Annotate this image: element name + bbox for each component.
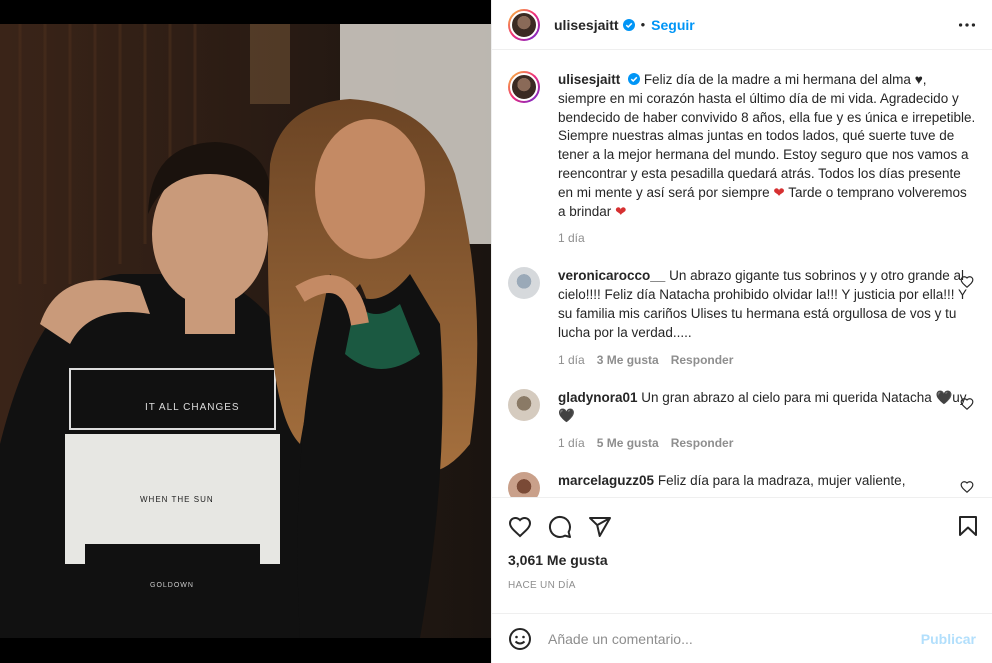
author-username[interactable]: ulisesjaitt bbox=[554, 17, 619, 33]
like-heart-icon[interactable] bbox=[508, 515, 532, 539]
add-comment-bar: Publicar bbox=[492, 613, 992, 663]
shirt-text-top: IT ALL CHANGES bbox=[145, 402, 240, 413]
comment-time[interactable]: 1 día bbox=[558, 436, 585, 450]
save-bookmark-icon[interactable] bbox=[956, 514, 980, 538]
red-heart-icon: ❤ bbox=[615, 203, 627, 219]
author-avatar[interactable] bbox=[508, 8, 540, 41]
follow-button[interactable]: Seguir bbox=[651, 17, 695, 33]
comment-text: marcelaguzz05 Feliz día para la madraza,… bbox=[558, 472, 976, 491]
comments-scroll-area[interactable]: ulisesjaitt Feliz día de la madre a mi h… bbox=[492, 61, 992, 497]
caption-text: ulisesjaitt Feliz día de la madre a mi h… bbox=[558, 71, 976, 221]
post-photo[interactable]: IT ALL CHANGES WHEN THE SUN GOLDOWN bbox=[0, 24, 491, 638]
post-side-panel: ulisesjaitt • Seguir ulisesjaitt Feliz d… bbox=[491, 0, 992, 663]
caption-body: Feliz día de la madre a mi hermana del a… bbox=[558, 72, 976, 200]
post-time-ago[interactable]: HACE UN DÍA bbox=[508, 580, 976, 591]
photo-illustration: IT ALL CHANGES WHEN THE SUN GOLDOWN bbox=[0, 24, 491, 638]
likes-count[interactable]: 3,061 Me gusta bbox=[508, 552, 976, 568]
comment-avatar[interactable] bbox=[508, 472, 540, 497]
like-comment-heart-icon[interactable] bbox=[960, 397, 974, 411]
comment-body: Un gran abrazo al cielo para mi querida … bbox=[641, 389, 932, 405]
reply-button[interactable]: Responder bbox=[671, 436, 734, 450]
comment-username[interactable]: gladynora01 bbox=[558, 390, 638, 405]
comment-username[interactable]: veronicarocco__ bbox=[558, 268, 665, 283]
comment-text: gladynora01 Un gran abrazo al cielo para… bbox=[558, 389, 976, 427]
shirt-text-mid: WHEN THE SUN bbox=[140, 495, 214, 504]
like-comment-heart-icon[interactable] bbox=[960, 480, 974, 494]
comment-meta: 1 día 3 Me gusta Responder bbox=[558, 353, 976, 367]
comment-item: veronicarocco__ Un abrazo gigante tus so… bbox=[492, 267, 992, 367]
emoji-smiley-icon[interactable] bbox=[508, 627, 532, 651]
post-photo-pane: IT ALL CHANGES WHEN THE SUN GOLDOWN bbox=[0, 0, 491, 663]
caption-time[interactable]: 1 día bbox=[558, 231, 585, 245]
caption-username[interactable]: ulisesjaitt bbox=[558, 72, 620, 87]
red-heart-icon: ❤ bbox=[773, 184, 785, 200]
comment-meta: 1 día 5 Me gusta Responder bbox=[558, 436, 976, 450]
comment-item: gladynora01 Un gran abrazo al cielo para… bbox=[492, 388, 992, 450]
post-actions: 3,061 Me gusta HACE UN DÍA bbox=[492, 497, 992, 591]
comment-likes[interactable]: 5 Me gusta bbox=[597, 436, 659, 450]
comment-bubble-icon[interactable] bbox=[548, 515, 572, 539]
separator-dot: • bbox=[640, 17, 646, 32]
like-comment-heart-icon[interactable] bbox=[960, 275, 974, 289]
comment-time[interactable]: 1 día bbox=[558, 353, 585, 367]
comment-username[interactable]: marcelaguzz05 bbox=[558, 473, 654, 488]
share-paper-plane-icon[interactable] bbox=[588, 515, 612, 539]
comment-item: marcelaguzz05 Feliz día para la madraza,… bbox=[492, 472, 992, 497]
comment-avatar[interactable] bbox=[508, 388, 540, 421]
comment-text: veronicarocco__ Un abrazo gigante tus so… bbox=[558, 267, 976, 342]
more-options-icon[interactable] bbox=[956, 14, 978, 36]
post-header: ulisesjaitt • Seguir bbox=[492, 0, 992, 50]
verified-badge-icon bbox=[622, 18, 635, 31]
caption-avatar[interactable] bbox=[508, 71, 540, 103]
comment-likes[interactable]: 3 Me gusta bbox=[597, 353, 659, 367]
shirt-text-bottom: GOLDOWN bbox=[150, 582, 194, 589]
comment-input[interactable] bbox=[548, 630, 921, 647]
post-caption: ulisesjaitt Feliz día de la madre a mi h… bbox=[492, 61, 992, 245]
caption-meta: 1 día bbox=[558, 231, 976, 245]
action-icons bbox=[508, 514, 976, 540]
comment-body: Feliz día para la madraza, mujer valient… bbox=[657, 473, 906, 489]
comment-avatar[interactable] bbox=[508, 267, 540, 300]
publish-button[interactable]: Publicar bbox=[921, 631, 976, 647]
verified-badge-icon bbox=[628, 73, 641, 85]
reply-button[interactable]: Responder bbox=[671, 353, 734, 367]
